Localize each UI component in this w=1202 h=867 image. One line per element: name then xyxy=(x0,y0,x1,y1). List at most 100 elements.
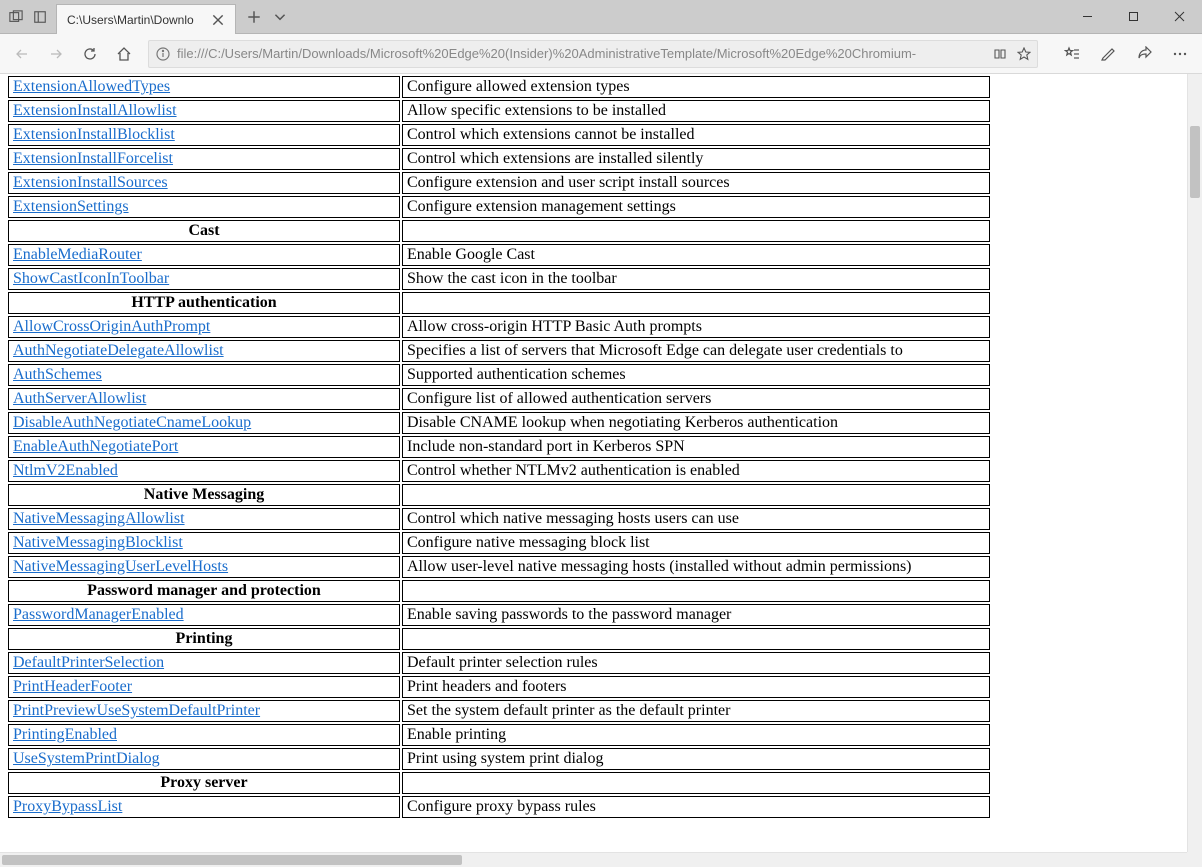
policy-desc-cell: Default printer selection rules xyxy=(402,652,990,674)
more-menu-icon[interactable] xyxy=(1164,38,1196,70)
policy-link[interactable]: PrintingEnabled xyxy=(13,726,117,743)
policy-desc-cell: Include non-standard port in Kerberos SP… xyxy=(402,436,990,458)
policy-link[interactable]: NtlmV2Enabled xyxy=(13,462,118,479)
vertical-scrollbar-thumb[interactable] xyxy=(1190,126,1200,198)
policy-name-cell: ExtensionInstallSources xyxy=(8,172,400,194)
tab-strip-actions xyxy=(236,0,298,33)
share-icon[interactable] xyxy=(1128,38,1160,70)
table-row: ExtensionAllowedTypesConfigure allowed e… xyxy=(8,76,990,98)
policy-link[interactable]: PasswordManagerEnabled xyxy=(13,606,184,623)
policy-link[interactable]: PrintHeaderFooter xyxy=(13,678,132,695)
address-bar-url: file:///C:/Users/Martin/Downloads/Micros… xyxy=(177,46,987,61)
policy-link[interactable]: AuthNegotiateDelegateAllowlist xyxy=(13,342,224,359)
policy-desc-cell: Supported authentication schemes xyxy=(402,364,990,386)
recent-activity-icon[interactable] xyxy=(6,7,26,27)
home-button[interactable] xyxy=(108,38,140,70)
notes-icon[interactable] xyxy=(1092,38,1124,70)
policy-link[interactable]: AuthSchemes xyxy=(13,366,102,383)
policy-link[interactable]: ExtensionAllowedTypes xyxy=(13,78,170,95)
policy-name-cell: ExtensionInstallForcelist xyxy=(8,148,400,170)
set-aside-tabs-icon[interactable] xyxy=(30,7,50,27)
forward-button[interactable] xyxy=(40,38,72,70)
page-content: ExtensionAllowedTypesConfigure allowed e… xyxy=(0,74,1187,820)
policy-link[interactable]: ExtensionInstallBlocklist xyxy=(13,126,175,143)
table-section-row: Cast xyxy=(8,220,990,242)
back-button[interactable] xyxy=(6,38,38,70)
table-section-row: HTTP authentication xyxy=(8,292,990,314)
table-row: PasswordManagerEnabledEnable saving pass… xyxy=(8,604,990,626)
refresh-button[interactable] xyxy=(74,38,106,70)
policy-link[interactable]: NativeMessagingUserLevelHosts xyxy=(13,558,228,575)
close-button[interactable] xyxy=(1156,0,1202,33)
minimize-button[interactable] xyxy=(1064,0,1110,33)
policy-link[interactable]: AllowCrossOriginAuthPrompt xyxy=(13,318,210,335)
policy-name-cell: DefaultPrinterSelection xyxy=(8,652,400,674)
new-tab-icon[interactable] xyxy=(246,9,262,25)
table-row: DefaultPrinterSelection Default printer s… xyxy=(8,652,990,674)
policy-desc-cell: Print headers and footers xyxy=(402,676,990,698)
address-bar[interactable]: file:///C:/Users/Martin/Downloads/Micros… xyxy=(148,40,1038,68)
policy-link[interactable]: PrintPreviewUseSystemDefaultPrinter xyxy=(13,702,260,719)
policy-desc-cell: Configure native messaging block list xyxy=(402,532,990,554)
policy-name-cell: ExtensionInstallBlocklist xyxy=(8,124,400,146)
policy-link[interactable]: ExtensionInstallAllowlist xyxy=(13,102,177,119)
policy-desc-cell: Control which extensions cannot be insta… xyxy=(402,124,990,146)
policy-link[interactable]: ExtensionInstallSources xyxy=(13,174,168,191)
policy-name-cell: AllowCrossOriginAuthPrompt xyxy=(8,316,400,338)
policy-link[interactable]: NativeMessagingAllowlist xyxy=(13,510,185,527)
policy-desc-cell: Allow specific extensions to be installe… xyxy=(402,100,990,122)
table-row: ShowCastIconInToolbarShow the cast icon … xyxy=(8,268,990,290)
table-row: AuthSchemes Supported authentication sche… xyxy=(8,364,990,386)
policy-desc-cell: Configure proxy bypass rules xyxy=(402,796,990,818)
policy-link[interactable]: EnableAuthNegotiatePort xyxy=(13,438,178,455)
policy-link[interactable]: AuthServerAllowlist xyxy=(13,390,146,407)
browser-tab[interactable]: C:\Users\Martin\Downlo xyxy=(56,4,236,34)
policy-link[interactable]: ExtensionInstallForcelist xyxy=(13,150,173,167)
policy-desc-cell: Disable CNAME lookup when negotiating Ke… xyxy=(402,412,990,434)
policy-desc-cell: Control which native messaging hosts use… xyxy=(402,508,990,530)
policy-name-cell: UseSystemPrintDialog xyxy=(8,748,400,770)
policy-desc-cell: Configure list of allowed authentication… xyxy=(402,388,990,410)
policy-name-cell: NtlmV2Enabled xyxy=(8,460,400,482)
policy-link[interactable]: ProxyBypassList xyxy=(13,798,122,815)
policy-name-cell: EnableMediaRouter xyxy=(8,244,400,266)
policy-link[interactable]: UseSystemPrintDialog xyxy=(13,750,160,767)
vertical-scrollbar[interactable] xyxy=(1187,74,1202,852)
table-row: ExtensionSettingsConfigure extension man… xyxy=(8,196,990,218)
policy-link[interactable]: DisableAuthNegotiateCnameLookup xyxy=(13,414,251,431)
policy-desc-cell: Enable Google Cast xyxy=(402,244,990,266)
window-controls xyxy=(1064,0,1202,33)
titlebar-spacer xyxy=(298,0,1064,33)
site-info-icon[interactable] xyxy=(155,46,171,62)
horizontal-scrollbar[interactable] xyxy=(0,852,1187,867)
maximize-button[interactable] xyxy=(1110,0,1156,33)
titlebar-left xyxy=(0,0,56,33)
table-row: AuthServerAllowlist Configure list of all… xyxy=(8,388,990,410)
chevron-down-icon[interactable] xyxy=(272,9,288,25)
table-row: EnableAuthNegotiatePort Include non-stand… xyxy=(8,436,990,458)
policy-link[interactable]: NativeMessagingBlocklist xyxy=(13,534,183,551)
table-row: ExtensionInstallBlocklist Control which e… xyxy=(8,124,990,146)
table-section-row: Password manager and protection xyxy=(8,580,990,602)
section-heading: Printing xyxy=(8,628,400,650)
policy-name-cell: ExtensionAllowedTypes xyxy=(8,76,400,98)
horizontal-scrollbar-thumb[interactable] xyxy=(2,855,462,865)
policy-link[interactable]: ExtensionSettings xyxy=(13,198,129,215)
policy-link[interactable]: EnableMediaRouter xyxy=(13,246,142,263)
policy-link[interactable]: DefaultPrinterSelection xyxy=(13,654,164,671)
toolbar: file:///C:/Users/Martin/Downloads/Micros… xyxy=(0,34,1202,74)
table-row: ExtensionInstallSourcesConfigure extensi… xyxy=(8,172,990,194)
favorite-star-icon[interactable] xyxy=(1017,47,1031,61)
policy-name-cell: NativeMessagingAllowlist xyxy=(8,508,400,530)
policy-name-cell: ShowCastIconInToolbar xyxy=(8,268,400,290)
table-row: NativeMessagingUserLevelHostsAllow user-… xyxy=(8,556,990,578)
favorites-list-icon[interactable] xyxy=(1056,38,1088,70)
section-heading-blank xyxy=(402,772,990,794)
policy-name-cell: NativeMessagingBlocklist xyxy=(8,532,400,554)
policy-desc-cell: Control which extensions are installed s… xyxy=(402,148,990,170)
policy-link[interactable]: ShowCastIconInToolbar xyxy=(13,270,169,287)
tab-close-icon[interactable] xyxy=(211,13,225,27)
reading-view-icon[interactable] xyxy=(993,47,1007,61)
policy-desc-cell: Allow cross-origin HTTP Basic Auth promp… xyxy=(402,316,990,338)
policy-desc-cell: Set the system default printer as the de… xyxy=(402,700,990,722)
